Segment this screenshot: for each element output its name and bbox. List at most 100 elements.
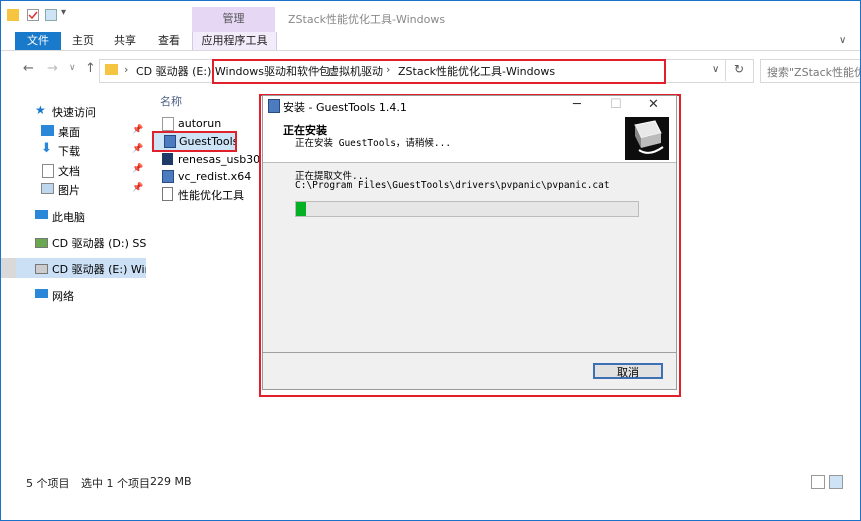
file-name: 性能优化工具	[178, 189, 244, 202]
window-title: ZStack性能优化工具-Windows	[288, 13, 446, 26]
sidebar-item-desktop[interactable]: 桌面 📌	[1, 121, 146, 141]
install-file-path: C:\Program Files\GuestTools\drivers\pvpa…	[295, 180, 610, 191]
up-arrow-icon[interactable]: ↑	[85, 61, 96, 76]
tab-share[interactable]: 共享	[107, 32, 143, 50]
search-input[interactable]: 搜索"ZStack性能优化	[760, 59, 860, 83]
breadcrumb-separator: ›	[124, 63, 129, 76]
star-icon: ★	[35, 103, 46, 117]
title-bar: ▾ 管理 ZStack性能优化工具-Windows	[1, 1, 860, 32]
cancel-button[interactable]: 取消	[593, 363, 663, 379]
sidebar-item-cd-drive-e[interactable]: CD 驱动器 (E:) Wind	[1, 258, 146, 278]
computer-icon	[35, 210, 48, 219]
tab-file[interactable]: 文件	[15, 32, 61, 50]
list-item[interactable]: 性能优化工具	[151, 185, 259, 202]
breadcrumb-separator: ›	[316, 63, 321, 76]
address-row: ← → ∨ ↑ › CD 驱动器 (E:) Windows驱动和软件包 › 虚拟…	[1, 55, 860, 85]
sidebar-item-cd-drive-d[interactable]: CD 驱动器 (D:) SSS_	[1, 232, 146, 252]
sidebar-item-label: 图片	[58, 184, 80, 197]
tab-manage[interactable]: 管理	[192, 7, 275, 32]
list-item[interactable]: autorun	[151, 115, 259, 132]
file-name: renesas_usb30_21	[178, 153, 259, 166]
cd-drive-icon	[35, 264, 48, 274]
status-item-count: 5 个项目	[26, 477, 70, 490]
list-item[interactable]: renesas_usb30_21	[151, 151, 259, 168]
sidebar-item-label: 快速访问	[52, 106, 96, 119]
address-bar[interactable]: › CD 驱动器 (E:) Windows驱动和软件包 › 虚拟机驱动 › ZS…	[99, 59, 754, 84]
column-header-name[interactable]: 名称	[160, 93, 182, 109]
pin-icon[interactable]: 📌	[132, 144, 143, 154]
download-icon: ⬇	[41, 141, 52, 156]
ribbon-tabs: 文件 主页 共享 查看 应用程序工具 ∨	[1, 32, 860, 51]
list-item[interactable]: vc_redist.x64	[151, 168, 259, 185]
details-view-icon[interactable]	[811, 475, 825, 489]
sidebar-item-label: 文档	[58, 165, 80, 178]
pin-icon[interactable]: 📌	[132, 164, 143, 174]
maximize-icon[interactable]: ☐	[610, 97, 622, 112]
pin-icon[interactable]: 📌	[132, 125, 143, 135]
selection-marker	[1, 258, 16, 278]
breadcrumb-zstack-tools[interactable]: ZStack性能优化工具-Windows	[398, 63, 555, 79]
sidebar-item-quick-access[interactable]: ★ 快速访问	[1, 101, 146, 121]
navigation-pane: ★ 快速访问 桌面 📌 ⬇ 下载 📌 文档 📌 图片 📌 此电脑 CD 驱动器 …	[1, 97, 146, 467]
minimize-icon[interactable]: ─	[573, 97, 581, 112]
refresh-button[interactable]: ↻	[725, 59, 753, 81]
desktop-icon	[41, 125, 54, 136]
new-folder-icon[interactable]	[45, 9, 57, 21]
vc-redist-icon	[162, 170, 174, 183]
tab-home[interactable]: 主页	[65, 32, 101, 50]
picture-icon	[41, 183, 54, 194]
dialog-title: 安装 - GuestTools 1.4.1	[283, 101, 407, 114]
sidebar-item-network[interactable]: 网络	[1, 285, 146, 305]
dialog-subheading: 正在安装 GuestTools，请稍候...	[295, 138, 452, 149]
dialog-body: 正在提取文件... C:\Program Files\GuestTools\dr…	[263, 163, 676, 349]
properties-icon[interactable]	[27, 9, 39, 21]
sidebar-item-documents[interactable]: 文档 📌	[1, 160, 146, 180]
installer-icon	[268, 99, 280, 113]
back-arrow-icon[interactable]: ←	[23, 61, 34, 76]
progress-bar	[295, 201, 639, 217]
progress-fill	[296, 202, 307, 216]
pin-icon[interactable]: 📌	[132, 183, 143, 193]
sidebar-item-label: CD 驱动器 (E:) Wind	[52, 263, 146, 276]
installer-icon	[162, 153, 173, 165]
forward-arrow-icon[interactable]: →	[47, 61, 58, 76]
tab-view[interactable]: 查看	[151, 32, 187, 50]
sidebar-item-label: 下载	[58, 145, 80, 158]
autorun-file-icon	[162, 117, 174, 131]
tab-application-tools[interactable]: 应用程序工具	[192, 32, 277, 50]
installer-dialog: 安装 - GuestTools 1.4.1 ─ ☐ ✕ 正在安装 正在安装 Gu…	[262, 95, 677, 390]
address-dropdown-icon[interactable]: ∨	[712, 64, 719, 75]
file-name: vc_redist.x64	[178, 170, 252, 183]
dialog-header: 正在安装 正在安装 GuestTools，请稍候...	[263, 116, 676, 163]
qat-dropdown-icon[interactable]: ▾	[61, 7, 66, 18]
status-size: 229 MB	[150, 475, 192, 488]
refresh-icon: ↻	[734, 62, 745, 76]
recent-locations-icon[interactable]: ∨	[69, 63, 76, 73]
folder-icon	[105, 64, 118, 75]
sidebar-item-label: 此电脑	[52, 211, 85, 224]
sidebar-item-this-pc[interactable]: 此电脑	[1, 206, 146, 226]
list-item-guesttools[interactable]: GuestTools	[152, 131, 237, 152]
network-icon	[35, 289, 48, 298]
document-file-icon	[162, 187, 173, 201]
close-icon[interactable]: ✕	[648, 97, 659, 112]
breadcrumb-cd-drive[interactable]: CD 驱动器 (E:) Windows驱动和软件包	[136, 63, 330, 79]
cd-drive-icon	[35, 238, 48, 248]
document-icon	[42, 164, 54, 178]
expand-ribbon-icon[interactable]: ∨	[839, 35, 846, 46]
installer-icon	[164, 135, 176, 148]
sidebar-item-label: 桌面	[58, 126, 80, 139]
folder-icon	[7, 9, 19, 21]
breadcrumb-separator: ›	[386, 63, 391, 76]
sidebar-item-pictures[interactable]: 图片 📌	[1, 179, 146, 199]
sidebar-item-label: 网络	[52, 290, 74, 303]
file-name: GuestTools	[179, 135, 237, 148]
sidebar-item-downloads[interactable]: ⬇ 下载 📌	[1, 140, 146, 160]
file-name: autorun	[178, 117, 222, 130]
large-icons-view-icon[interactable]	[829, 475, 843, 489]
sidebar-item-label: CD 驱动器 (D:) SSS_	[52, 237, 146, 250]
breadcrumb-vm-drivers[interactable]: 虚拟机驱动	[328, 63, 383, 79]
status-bar: 5 个项目 选中 1 个项目 229 MB	[1, 473, 860, 491]
status-selection: 选中 1 个项目	[81, 477, 150, 490]
search-placeholder: 搜索"ZStack性能优化	[767, 66, 860, 79]
